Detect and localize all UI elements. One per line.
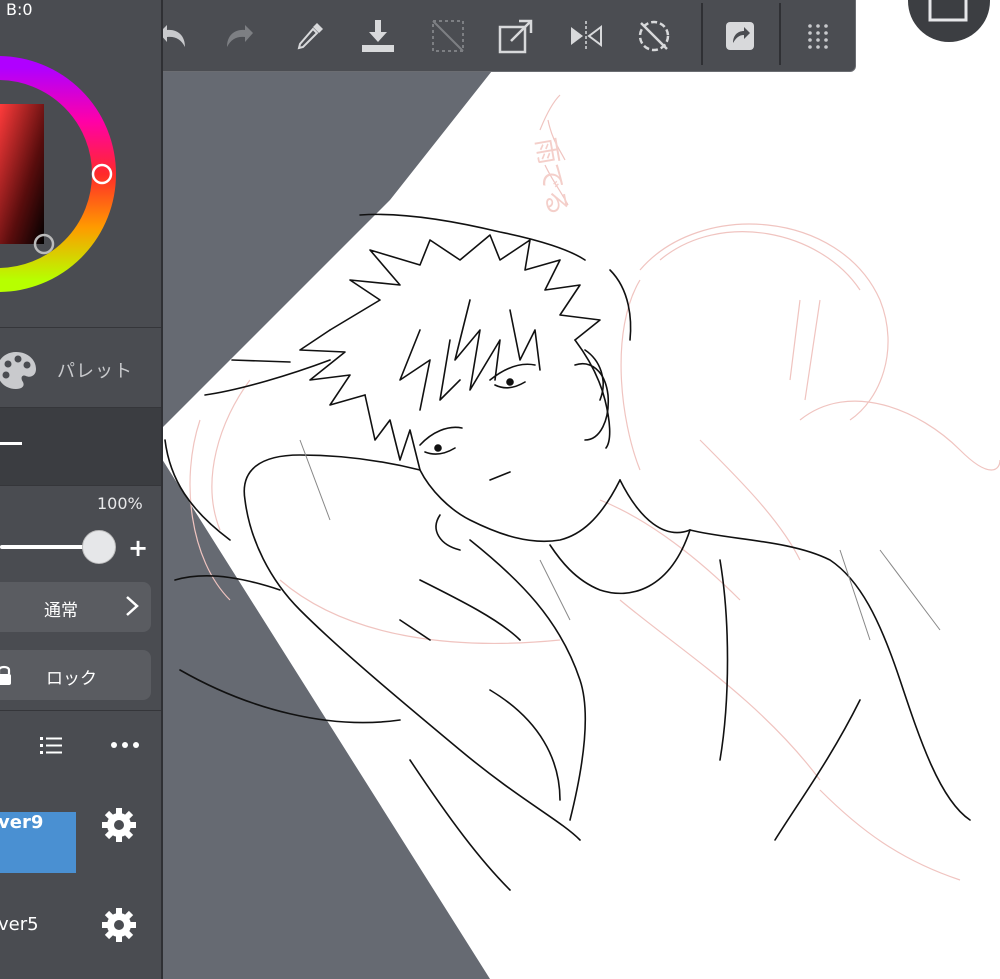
- gear-icon[interactable]: [100, 906, 138, 944]
- divider: [0, 710, 161, 711]
- save-icon[interactable]: [359, 17, 397, 55]
- grid-icon[interactable]: [799, 17, 837, 55]
- transform-icon[interactable]: [497, 17, 535, 55]
- layer-panel-header: [0, 408, 161, 486]
- share-icon[interactable]: [721, 17, 759, 55]
- eyedropper-icon[interactable]: [291, 17, 329, 55]
- gear-icon[interactable]: [100, 806, 138, 844]
- palette-label: パレット: [57, 361, 133, 382]
- flip-icon[interactable]: [567, 17, 605, 55]
- opacity-value: 100%: [97, 494, 143, 513]
- redo-icon[interactable]: [221, 17, 259, 55]
- layer-name[interactable]: ver9: [0, 812, 43, 833]
- more-options-icon[interactable]: [110, 740, 140, 750]
- collapse-dash-icon[interactable]: [0, 442, 22, 445]
- paper-sheet: [150, 0, 1000, 979]
- layer-list-icon[interactable]: [40, 735, 62, 755]
- deselect-icon[interactable]: [429, 17, 467, 55]
- chevron-right-icon: [126, 596, 139, 616]
- opacity-increase-button[interactable]: +: [128, 534, 148, 562]
- layer-name[interactable]: ver5: [0, 914, 39, 935]
- rotate-reset-icon[interactable]: [635, 17, 673, 55]
- toolbar-separator: [779, 3, 781, 65]
- left-panel: B:0 パレット 100% + 通常 ロック ver9 ver5: [0, 0, 163, 979]
- opacity-slider-thumb[interactable]: [82, 530, 116, 564]
- layers-icon: [928, 0, 968, 22]
- layers-toggle-button[interactable]: [908, 0, 990, 42]
- palette-icon: [0, 352, 36, 389]
- color-picker-section: B:0: [0, 0, 163, 328]
- color-wheel[interactable]: [0, 0, 163, 328]
- toolbar-separator: [701, 3, 703, 65]
- saturation-value-square: [0, 104, 44, 244]
- top-toolbar: [134, 0, 856, 72]
- lock-icon: [0, 665, 11, 685]
- blend-mode-label: 通常: [44, 601, 78, 621]
- lock-label: ロック: [46, 669, 97, 689]
